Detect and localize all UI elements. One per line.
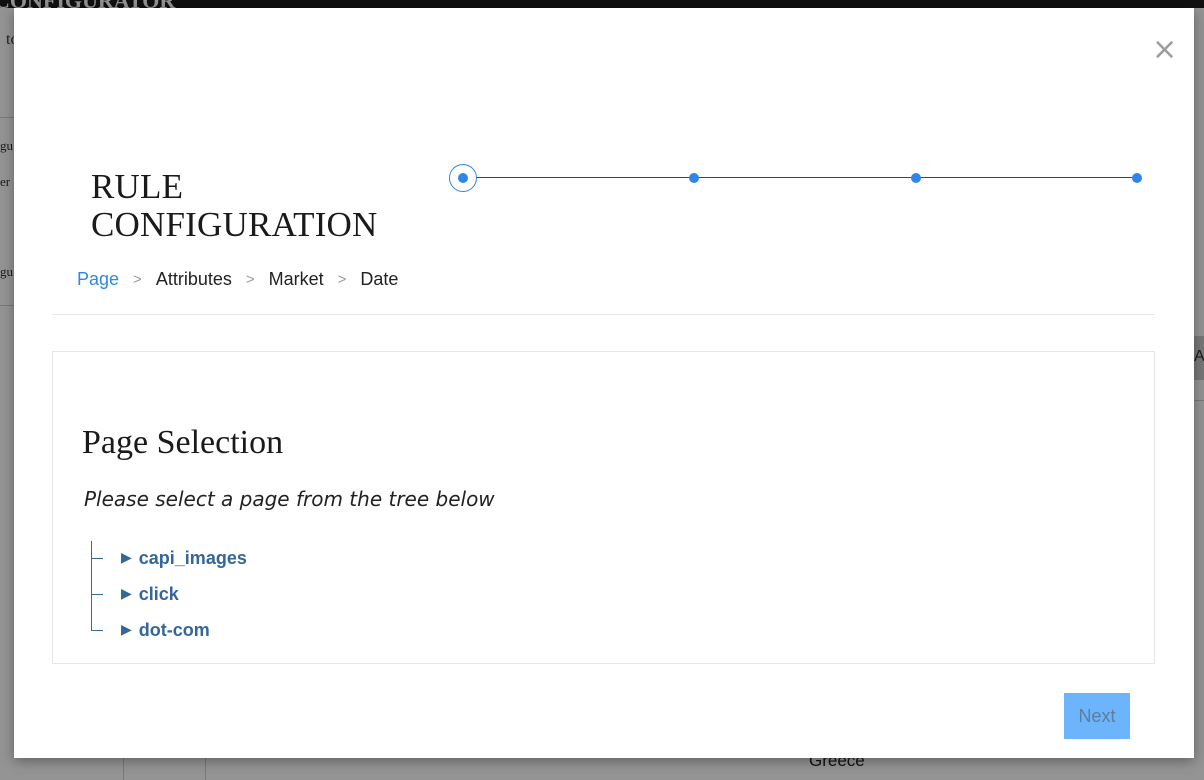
close-icon[interactable]: × bbox=[1152, 35, 1177, 65]
breadcrumb-attributes[interactable]: Attributes bbox=[156, 269, 232, 290]
tree-branch bbox=[91, 629, 103, 631]
tree-node-capi-images[interactable]: ▶ capi_images bbox=[91, 546, 247, 570]
step-1-page[interactable] bbox=[449, 164, 477, 192]
step-4-date[interactable] bbox=[1132, 173, 1142, 183]
page-tree: ▶ capi_images ▶ click ▶ dot-com bbox=[91, 541, 491, 640]
tree-node-click[interactable]: ▶ click bbox=[91, 582, 179, 606]
breadcrumb: Page Attributes Market Date bbox=[77, 269, 398, 290]
expand-arrow-icon[interactable]: ▶ bbox=[121, 550, 132, 566]
next-button[interactable]: Next bbox=[1064, 693, 1130, 739]
breadcrumb-separator bbox=[246, 271, 255, 288]
header-divider bbox=[52, 314, 1155, 315]
progress-stepper bbox=[449, 163, 1144, 193]
breadcrumb-page[interactable]: Page bbox=[77, 269, 119, 290]
step-3-market[interactable] bbox=[911, 173, 921, 183]
breadcrumb-date[interactable]: Date bbox=[360, 269, 398, 290]
step-2-attributes[interactable] bbox=[689, 173, 699, 183]
panel-title: Page Selection bbox=[82, 424, 284, 461]
tree-branch bbox=[91, 593, 103, 595]
tree-node-label[interactable]: capi_images bbox=[139, 548, 247, 569]
modal-title: RULE CONFIGURATION bbox=[91, 167, 378, 244]
page-selection-panel: Page Selection Please select a page from… bbox=[52, 351, 1155, 664]
tree-node-dot-com[interactable]: ▶ dot-com bbox=[91, 618, 210, 642]
tree-branch bbox=[91, 557, 103, 559]
stepper-line bbox=[465, 177, 1137, 178]
panel-subtitle: Please select a page from the tree below bbox=[84, 487, 495, 511]
rule-configuration-modal: × RULE CONFIGURATION Page Attributes Mar… bbox=[14, 8, 1194, 758]
tree-node-label[interactable]: click bbox=[139, 584, 179, 605]
expand-arrow-icon[interactable]: ▶ bbox=[121, 622, 132, 638]
expand-arrow-icon[interactable]: ▶ bbox=[121, 586, 132, 602]
breadcrumb-separator bbox=[133, 271, 142, 288]
tree-node-label[interactable]: dot-com bbox=[139, 620, 210, 641]
breadcrumb-market[interactable]: Market bbox=[269, 269, 324, 290]
breadcrumb-separator bbox=[338, 271, 347, 288]
